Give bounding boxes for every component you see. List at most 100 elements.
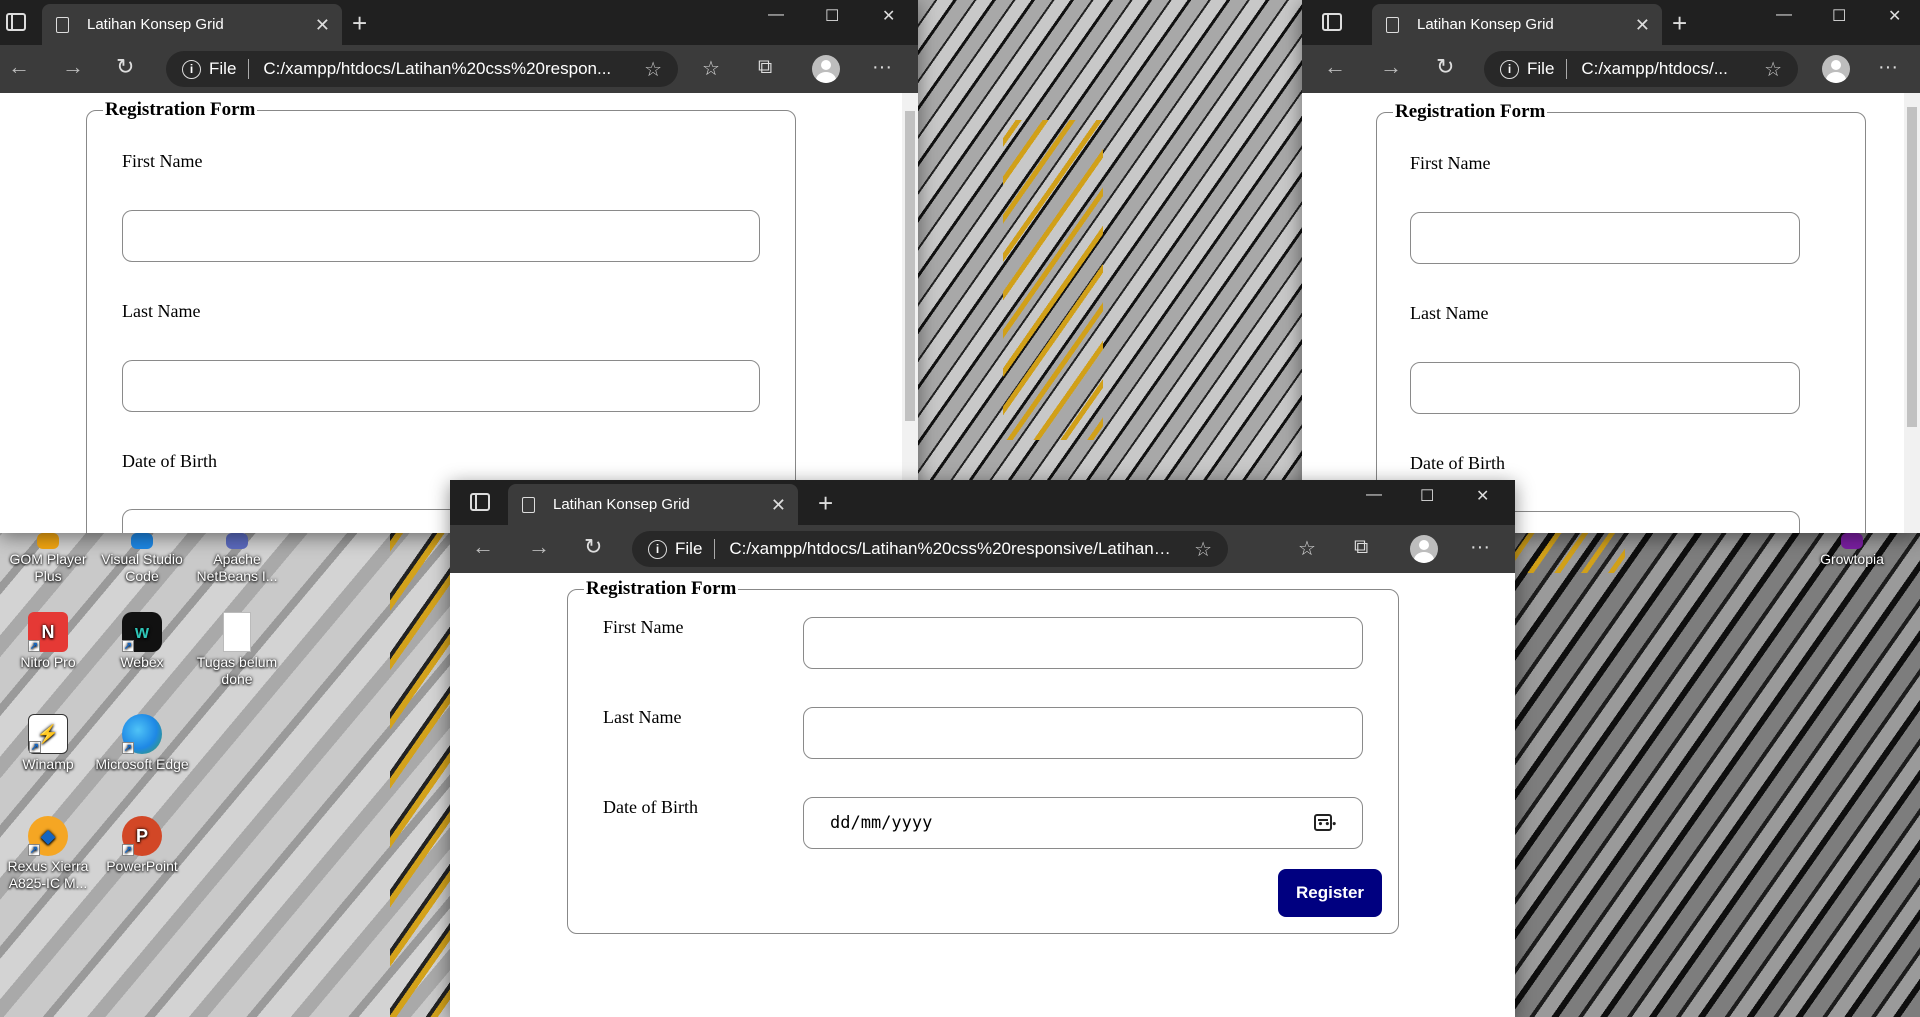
info-icon[interactable]: i: [182, 59, 201, 79]
add-favorite-icon[interactable]: ☆: [1194, 537, 1212, 562]
wallpaper-stripes: [390, 533, 450, 1017]
minimize-icon[interactable]: —: [1366, 486, 1382, 504]
desktop-icon-rexus[interactable]: ◆ ↗ Rexus Xierra A825-IC M...: [0, 816, 96, 892]
dob-label: Date of Birth: [1410, 453, 1505, 473]
wallpaper-stripes: [1515, 533, 1625, 573]
desktop-icon-label: Webex: [120, 654, 164, 670]
scrollbar-thumb[interactable]: [905, 111, 915, 421]
close-window-icon[interactable]: ✕: [1888, 6, 1901, 26]
first-name-label: First Name: [1410, 153, 1491, 173]
last-name-input[interactable]: [803, 707, 1363, 759]
desktop-icon-winamp[interactable]: ⚡ ↗ Winamp: [0, 714, 96, 773]
desktop-icon-growtopia[interactable]: Growtopia: [1804, 533, 1900, 568]
edge-icon: ↗: [122, 714, 162, 754]
tab-title: Latihan Konsep Grid: [1417, 16, 1554, 33]
collections-icon[interactable]: ⧉: [1354, 536, 1368, 559]
forward-icon[interactable]: →: [1380, 54, 1402, 80]
desktop-icon-netbeans[interactable]: Apache NetBeans I...: [189, 533, 285, 585]
back-icon[interactable]: ←: [8, 54, 30, 80]
browser-window-right: Latihan Konsep Grid ✕ + — ☐ ✕ ← → ↻ i Fi…: [1302, 0, 1920, 533]
url-text[interactable]: C:/xampp/htdocs/Latihan%20css%20responsi…: [729, 539, 1184, 559]
close-tab-icon[interactable]: ✕: [315, 15, 330, 36]
new-tab-icon[interactable]: +: [352, 8, 367, 39]
powerpoint-icon: P ↗: [122, 816, 162, 856]
desktop-icon-vscode[interactable]: Visual Studio Code: [94, 533, 190, 585]
desktop-icon-edge[interactable]: ↗ Microsoft Edge: [94, 714, 190, 773]
browser-tab[interactable]: Latihan Konsep Grid ✕: [1372, 4, 1662, 45]
more-icon[interactable]: ···: [1470, 536, 1490, 559]
url-text[interactable]: C:/xampp/htdocs/Latihan%20css%20respon..…: [263, 59, 634, 79]
add-favorite-icon[interactable]: ☆: [1764, 57, 1782, 82]
dob-placeholder: dd/mm/yyyy: [830, 813, 933, 833]
address-bar[interactable]: i File C:/xampp/htdocs/... ☆: [1484, 51, 1798, 87]
file-label: File: [209, 59, 237, 78]
desktop-icon-label: PowerPoint: [106, 858, 178, 874]
refresh-icon[interactable]: ↻: [116, 54, 134, 80]
maximize-icon[interactable]: ☐: [1832, 6, 1846, 26]
info-icon[interactable]: i: [648, 539, 667, 559]
profile-avatar[interactable]: [1410, 535, 1438, 563]
page-content: Registration Form First Name Last Name D…: [0, 93, 918, 533]
close-tab-icon[interactable]: ✕: [771, 495, 786, 516]
maximize-icon[interactable]: ☐: [825, 6, 839, 26]
forward-icon[interactable]: →: [528, 534, 550, 560]
back-icon[interactable]: ←: [472, 534, 494, 560]
profile-avatar[interactable]: [1822, 55, 1850, 83]
last-name-input[interactable]: [122, 360, 760, 412]
forward-icon[interactable]: →: [62, 54, 84, 80]
desktop-icon-label: Tugas belum done: [196, 654, 278, 687]
address-bar[interactable]: i File C:/xampp/htdocs/Latihan%20css%20r…: [166, 51, 678, 87]
first-name-input[interactable]: [803, 617, 1363, 669]
separator: [1566, 59, 1568, 79]
page-icon: [56, 16, 69, 33]
new-tab-icon[interactable]: +: [1672, 8, 1687, 39]
profile-avatar[interactable]: [812, 55, 840, 83]
vertical-scrollbar[interactable]: [902, 93, 918, 533]
page-content: Registration Form First Name Last Name D…: [1302, 93, 1920, 533]
desktop-icon-powerpoint[interactable]: P ↗ PowerPoint: [94, 816, 190, 875]
desktop-icon-label: Microsoft Edge: [95, 756, 189, 772]
scrollbar-thumb[interactable]: [1907, 107, 1917, 427]
desktop-icon-gom-player[interactable]: GOM Player Plus: [0, 533, 96, 585]
dob-input[interactable]: dd/mm/yyyy: [803, 797, 1363, 849]
desktop-icon-nitro-pro[interactable]: N ↗ Nitro Pro: [0, 612, 96, 671]
collections-icon[interactable]: ⧉: [758, 56, 772, 79]
dob-label: Date of Birth: [603, 797, 698, 817]
favorites-icon[interactable]: ☆: [1298, 536, 1316, 561]
first-name-input[interactable]: [1410, 212, 1800, 264]
desktop-icon-label: Apache NetBeans I...: [196, 551, 278, 584]
favorites-icon[interactable]: ☆: [702, 56, 720, 81]
refresh-icon[interactable]: ↻: [584, 534, 602, 560]
address-bar[interactable]: i File C:/xampp/htdocs/Latihan%20css%20r…: [632, 531, 1228, 567]
browser-tab[interactable]: Latihan Konsep Grid ✕: [42, 4, 342, 45]
close-window-icon[interactable]: ✕: [882, 6, 895, 26]
close-tab-icon[interactable]: ✕: [1635, 15, 1650, 36]
more-icon[interactable]: ···: [1878, 56, 1898, 79]
info-icon[interactable]: i: [1500, 59, 1519, 79]
minimize-icon[interactable]: —: [1776, 6, 1792, 24]
vertical-scrollbar[interactable]: [1904, 93, 1920, 533]
browser-tab[interactable]: Latihan Konsep Grid ✕: [508, 484, 798, 525]
last-name-label: Last Name: [122, 301, 201, 321]
close-window-icon[interactable]: ✕: [1476, 486, 1489, 506]
tab-actions-icon[interactable]: [6, 13, 26, 31]
back-icon[interactable]: ←: [1324, 54, 1346, 80]
register-button[interactable]: Register: [1278, 869, 1382, 917]
maximize-icon[interactable]: ☐: [1420, 486, 1434, 506]
page-icon: [522, 496, 535, 513]
minimize-icon[interactable]: —: [768, 6, 784, 24]
title-bar: Latihan Konsep Grid ✕ + — ☐ ✕: [450, 480, 1515, 525]
tab-actions-icon[interactable]: [1322, 13, 1342, 31]
desktop-icon-webex[interactable]: w ↗ Webex: [94, 612, 190, 671]
new-tab-icon[interactable]: +: [818, 488, 833, 519]
tab-actions-icon[interactable]: [470, 493, 490, 511]
desktop-icon-tugas[interactable]: Tugas belum done: [189, 612, 285, 688]
calendar-icon[interactable]: [1314, 814, 1338, 831]
url-text[interactable]: C:/xampp/htdocs/...: [1581, 59, 1754, 79]
desktop-icon-label: GOM Player Plus: [9, 551, 87, 584]
last-name-input[interactable]: [1410, 362, 1800, 414]
refresh-icon[interactable]: ↻: [1436, 54, 1454, 80]
more-icon[interactable]: ···: [872, 56, 892, 79]
add-favorite-icon[interactable]: ☆: [644, 57, 662, 82]
first-name-input[interactable]: [122, 210, 760, 262]
